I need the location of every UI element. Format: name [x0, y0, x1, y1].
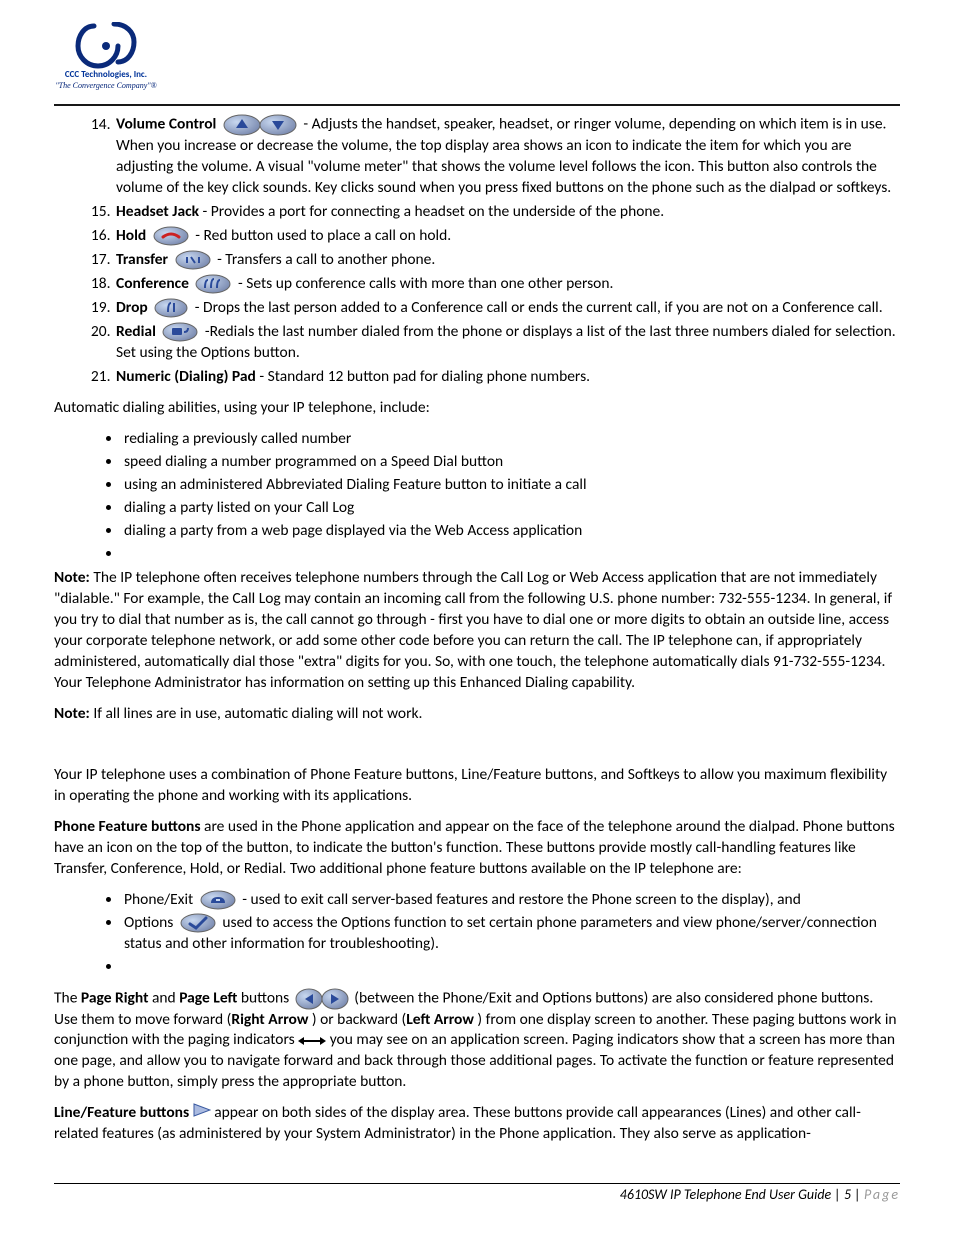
- page-right-label: Page Right: [81, 988, 149, 1007]
- footer-page-word: Page: [864, 1186, 900, 1203]
- phone-feature-bullets: Phone/Exit - used to exit call server-ba…: [122, 890, 900, 978]
- item-label: Volume Control: [116, 115, 216, 134]
- hold-button-icon: [152, 226, 190, 247]
- list-item: Options used to access the Options funct…: [122, 913, 900, 955]
- item-label: Transfer: [116, 250, 168, 269]
- line-feature-buttons-para: Line/Feature buttons appear on both side…: [54, 1103, 900, 1145]
- note-paragraph-1: Note: The IP telephone often receives te…: [54, 568, 900, 694]
- item-label: Numeric (Dialing) Pad: [116, 367, 256, 386]
- bullet-text: - used to exit call server-based feature…: [242, 890, 801, 909]
- list-item: [122, 544, 900, 565]
- page-right-left-para: The Page Right and Page Left buttons (be…: [54, 988, 900, 1094]
- phone-feature-buttons-para: Phone Feature buttons are used in the Ph…: [54, 817, 900, 880]
- volume-buttons-icon: [222, 114, 298, 136]
- list-item: [122, 957, 900, 978]
- list-item: Phone/Exit - used to exit call server-ba…: [122, 890, 900, 911]
- list-item: speed dialing a number programmed on a S…: [122, 452, 900, 473]
- list-item: Numeric (Dialing) Pad - Standard 12 butt…: [114, 367, 900, 388]
- item-text: - Transfers a call to another phone.: [217, 250, 435, 269]
- feature-numbered-list: Volume Control - Adjusts the handset, sp…: [114, 114, 900, 388]
- item-label: Drop: [116, 298, 148, 317]
- footer-page-number: 5: [844, 1186, 851, 1203]
- list-item: using an administered Abbreviated Dialin…: [122, 475, 900, 496]
- bullet-text: used to access the Options function to s…: [124, 913, 877, 953]
- list-item: Hold - Red button used to place a call o…: [114, 226, 900, 247]
- double-arrow-icon: [298, 1030, 326, 1051]
- company-name: CCC Technologies, Inc.: [54, 69, 158, 81]
- drop-button-icon: [153, 298, 189, 319]
- item-text: - Red button used to place a call on hol…: [195, 226, 451, 245]
- item-text: - Standard 12 button pad for dialing pho…: [256, 367, 590, 386]
- item-text: -Redials the last number dialed from the…: [116, 322, 896, 362]
- list-item: Volume Control - Adjusts the handset, sp…: [114, 114, 900, 199]
- page-left-label: Page Left: [179, 988, 237, 1007]
- conference-button-icon: [194, 274, 232, 295]
- item-label: Conference: [116, 274, 189, 293]
- list-item: Redial -Redials the last number dialed f…: [114, 322, 900, 364]
- left-arrow-label: Left Arrow: [406, 1010, 474, 1029]
- list-item: Drop - Drops the last person added to a …: [114, 298, 900, 319]
- item-text: - Drops the last person added to a Confe…: [195, 298, 883, 317]
- line-feature-buttons-label: Line/Feature buttons: [54, 1103, 193, 1122]
- list-item: dialing a party listed on your Call Log: [122, 498, 900, 519]
- company-logo: CCC Technologies, Inc. "The Convergence …: [54, 22, 158, 100]
- list-item: Conference - Sets up conference calls wi…: [114, 274, 900, 295]
- list-item: Headset Jack - Provides a port for conne…: [114, 202, 900, 223]
- phone-exit-button-icon: [199, 890, 237, 911]
- header-divider: [54, 104, 900, 106]
- auto-dialing-intro: Automatic dialing abilities, using your …: [54, 398, 900, 419]
- item-text: - Sets up conference calls with more tha…: [238, 274, 613, 293]
- page-footer: 4610SW IP Telephone End User Guide | 5 |…: [54, 1183, 900, 1205]
- list-item: Transfer - Transfers a call to another p…: [114, 250, 900, 271]
- bullet-label: Options: [124, 913, 173, 932]
- footer-doc-title: 4610SW IP Telephone End User Guide: [620, 1186, 831, 1203]
- note-label: Note:: [54, 704, 90, 723]
- note-paragraph-2: Note: If all lines are in use, automatic…: [54, 704, 900, 725]
- note-text: If all lines are in use, automatic diali…: [90, 704, 423, 723]
- item-label: Headset Jack: [116, 202, 199, 221]
- options-button-icon: [179, 913, 217, 934]
- item-label: Hold: [116, 226, 146, 245]
- features-intro: Your IP telephone uses a combination of …: [54, 765, 900, 807]
- transfer-button-icon: [174, 250, 212, 271]
- page-left-right-buttons-icon: [295, 988, 349, 1010]
- list-item: dialing a party from a web page displaye…: [122, 521, 900, 542]
- phone-feature-buttons-label: Phone Feature buttons: [54, 817, 201, 836]
- item-label: Redial: [116, 322, 156, 341]
- note-text: The IP telephone often receives telephon…: [54, 568, 892, 692]
- list-item: redialing a previously called number: [122, 429, 900, 450]
- company-tagline: "The Convergence Company"®: [54, 81, 158, 92]
- right-arrow-label: Right Arrow: [231, 1010, 308, 1029]
- note-label: Note:: [54, 568, 90, 587]
- bullet-label: Phone/Exit: [124, 890, 193, 909]
- item-text: - Provides a port for connecting a heads…: [199, 202, 664, 221]
- redial-button-icon: [161, 322, 199, 343]
- line-feature-button-icon: [193, 1103, 211, 1124]
- auto-dialing-list: redialing a previously called number spe…: [122, 429, 900, 565]
